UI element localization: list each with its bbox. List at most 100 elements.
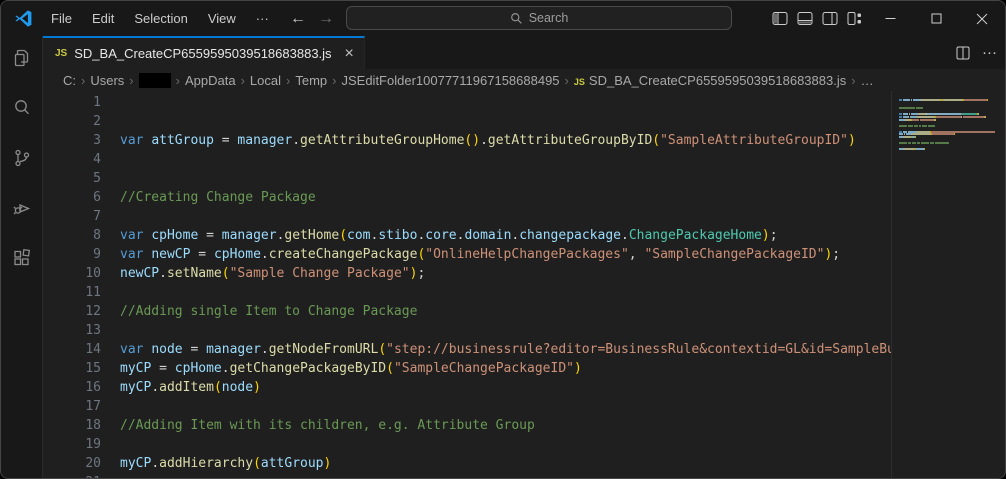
source-control-icon[interactable] xyxy=(10,146,34,170)
code-line: 17 xyxy=(43,397,891,416)
minimap-line xyxy=(899,122,1005,124)
code-text xyxy=(101,473,891,478)
vscode-window: File Edit Selection View ··· ← → Search xyxy=(0,0,1006,479)
close-button[interactable] xyxy=(959,1,1005,36)
extensions-icon[interactable] xyxy=(10,246,34,270)
activity-bar xyxy=(1,36,43,478)
editor-pane[interactable]: 123var attGroup = manager.getAttributeGr… xyxy=(43,91,1005,478)
line-number: 7 xyxy=(43,207,101,226)
breadcrumb-item[interactable]: AppData xyxy=(185,73,236,88)
minimize-icon xyxy=(885,13,896,24)
minimap[interactable] xyxy=(891,91,1005,478)
code-line: 14var node = manager.getNodeFromURL("ste… xyxy=(43,340,891,359)
code-text: myCP.addHierarchy(attGroup) xyxy=(101,454,891,473)
breadcrumb-separator-icon: › xyxy=(565,73,569,88)
code-text: var attGroup = manager.getAttributeGroup… xyxy=(101,131,891,150)
line-number: 3 xyxy=(43,131,101,150)
code-line: 8var cpHome = manager.getHome(com.stibo.… xyxy=(43,226,891,245)
line-number: 16 xyxy=(43,378,101,397)
forward-arrow-icon[interactable]: → xyxy=(313,1,339,36)
code-line: 13 xyxy=(43,321,891,340)
menu-more[interactable]: ··· xyxy=(246,1,279,36)
line-number: 1 xyxy=(43,93,101,112)
customize-layout-icon[interactable] xyxy=(847,11,863,26)
toggle-secondary-sidebar-icon[interactable] xyxy=(822,11,838,26)
toggle-panel-icon[interactable] xyxy=(797,11,813,26)
breadcrumb-item[interactable]: C: xyxy=(63,73,76,88)
minimap-line xyxy=(899,110,1005,112)
minimap-line xyxy=(899,133,1005,135)
line-number: 14 xyxy=(43,340,101,359)
line-number: 21 xyxy=(43,473,101,478)
close-icon xyxy=(976,13,988,25)
tab-active-file[interactable]: JS SD_BA_CreateCP6559595039518683883.js … xyxy=(43,36,365,69)
code-area[interactable]: 123var attGroup = manager.getAttributeGr… xyxy=(43,91,891,478)
code-line: 1 xyxy=(43,93,891,112)
minimap-line xyxy=(899,102,1005,104)
breadcrumb-item[interactable]: JSSD_BA_CreateCP6559595039518683883.js xyxy=(574,73,846,88)
menu-file[interactable]: File xyxy=(41,1,82,36)
minimap-line xyxy=(899,151,1005,153)
code-text: //Adding Item with its children, e.g. At… xyxy=(101,416,891,435)
more-actions-icon[interactable]: ··· xyxy=(982,44,997,61)
menu-bar: File Edit Selection View ··· xyxy=(41,1,279,36)
minimap-line xyxy=(899,136,1005,138)
line-number: 19 xyxy=(43,435,101,454)
minimap-line xyxy=(899,148,1005,150)
maximize-button[interactable] xyxy=(913,1,959,36)
split-editor-icon[interactable] xyxy=(956,46,970,60)
minimap-line xyxy=(899,131,1005,133)
code-line: 15myCP = cpHome.getChangePackageByID("Sa… xyxy=(43,359,891,378)
line-number: 13 xyxy=(43,321,101,340)
breadcrumb-separator-icon: › xyxy=(176,73,180,88)
breadcrumb-separator-icon: › xyxy=(286,73,290,88)
code-text: var cpHome = manager.getHome(com.stibo.c… xyxy=(101,226,891,245)
layout-controls xyxy=(772,1,863,36)
search-box[interactable]: Search xyxy=(346,6,732,30)
explorer-icon[interactable] xyxy=(10,46,34,70)
breadcrumb-item[interactable] xyxy=(139,72,171,88)
code-line: 4 xyxy=(43,150,891,169)
breadcrumb-item[interactable]: … xyxy=(861,73,874,88)
menu-view[interactable]: View xyxy=(198,1,246,36)
code-line: 20myCP.addHierarchy(attGroup) xyxy=(43,454,891,473)
js-file-icon: JS xyxy=(574,77,585,87)
minimize-button[interactable] xyxy=(867,1,913,36)
tab-close-icon[interactable]: × xyxy=(345,46,354,62)
code-line: 10newCP.setName("Sample Change Package")… xyxy=(43,264,891,283)
minimap-line xyxy=(899,128,1005,130)
breadcrumb-item[interactable]: Temp xyxy=(295,73,327,88)
code-text: //Creating Change Package xyxy=(101,188,891,207)
line-number: 2 xyxy=(43,112,101,131)
code-text: //Adding single Item to Change Package xyxy=(101,302,891,321)
breadcrumb-item[interactable]: Users xyxy=(90,73,124,88)
code-line: 2 xyxy=(43,112,891,131)
run-and-debug-icon[interactable] xyxy=(10,196,34,220)
toggle-primary-sidebar-icon[interactable] xyxy=(772,11,788,26)
search-icon xyxy=(510,12,523,25)
back-arrow-icon[interactable]: ← xyxy=(285,1,311,36)
menu-edit[interactable]: Edit xyxy=(82,1,124,36)
line-number: 12 xyxy=(43,302,101,321)
breadcrumb-item[interactable]: JSEditFolder10077711967158688495 xyxy=(341,73,559,88)
code-text xyxy=(101,169,891,188)
code-text xyxy=(101,112,891,131)
js-file-icon: JS xyxy=(55,48,67,59)
window-controls xyxy=(867,1,1005,36)
code-line: 5 xyxy=(43,169,891,188)
code-text: var node = manager.getNodeFromURL("step:… xyxy=(101,340,891,359)
code-line: 21 xyxy=(43,473,891,478)
code-text: myCP.addItem(node) xyxy=(101,378,891,397)
code-text xyxy=(101,150,891,169)
search-sidebar-icon[interactable] xyxy=(10,96,34,120)
code-text: var newCP = cpHome.createChangePackage("… xyxy=(101,245,891,264)
code-line: 12//Adding single Item to Change Package xyxy=(43,302,891,321)
code-line: 19 xyxy=(43,435,891,454)
breadcrumb-separator-icon: › xyxy=(851,73,855,88)
maximize-icon xyxy=(931,13,942,24)
breadcrumb-item[interactable]: Local xyxy=(250,73,281,88)
minimap-line xyxy=(899,119,1005,121)
code-text xyxy=(101,207,891,226)
menu-selection[interactable]: Selection xyxy=(124,1,197,36)
code-line: 3var attGroup = manager.getAttributeGrou… xyxy=(43,131,891,150)
